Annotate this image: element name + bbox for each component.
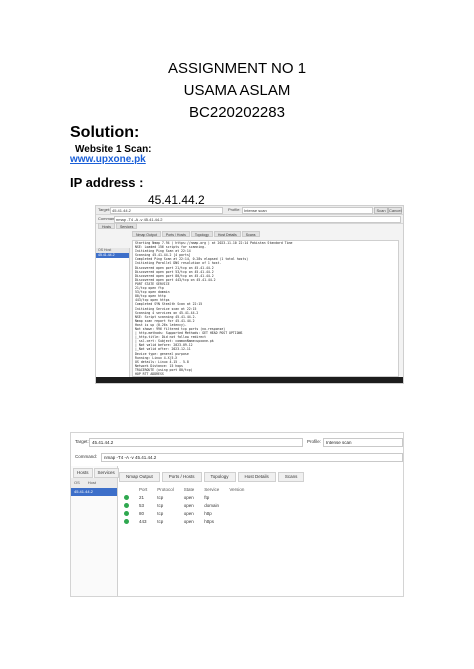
tab-scans-2[interactable]: Scans [277,472,305,482]
host-list-item-2[interactable]: 45.41.44.2 [71,488,117,496]
solution-heading: Solution: [70,124,140,141]
protocol-cell: tcp [157,494,164,500]
port-cell: 53 [139,502,145,508]
service-cell: domain [204,502,220,508]
tab-topology-2[interactable]: Topology [203,472,236,482]
tab-services[interactable]: Services [115,223,138,229]
state-cell: open [183,510,194,516]
assignment-title: ASSIGNMENT NO 1 [167,60,307,77]
command-input-2[interactable]: nmap -T4 -A -v 45.41.44.2 [101,453,403,462]
protocol-cell: tcp [157,510,164,516]
port-cell: 443 [139,518,147,524]
tab-hosts[interactable]: Hosts [98,223,115,229]
table-row[interactable]: 21 tcp open ftp [119,493,249,501]
hosts-header-2: OS Host [71,478,117,488]
open-status-icon [124,494,129,500]
table-row[interactable]: 53 tcp open domain [119,501,249,509]
tab-topology[interactable]: Topology [190,231,213,237]
command-input[interactable]: nmap -T4 -A -v 45.41.44.2 [114,216,401,223]
os-column-header: OS [74,480,80,485]
website-link[interactable]: www.upxone.pk [70,154,146,165]
tab-host-details-2[interactable]: Host Details [237,472,276,482]
tab-nmap-output[interactable]: Nmap Output [132,231,161,237]
profile-label: Profile: [228,207,241,212]
tab-host-details[interactable]: Host Details [213,231,241,237]
host-column-header: Host [87,480,97,485]
host-service-tabs-2: Hosts Services [71,466,119,478]
hosts-panel-2: Hosts Services OS Host 45.41.44.2 [71,466,119,596]
open-status-icon [124,510,129,516]
ports-table-header: Port Protocol State Service Version [119,485,249,493]
protocol-column-header: Protocol [157,486,174,492]
protocol-cell: tcp [157,502,164,508]
student-name: USAMA ASLAM [183,82,291,99]
ports-hosts-screenshot: Target: 45.41.44.2 Profile: Intense scan… [70,432,404,597]
profile-label-2: Profile: [307,439,322,444]
target-bar: Target: 45.41.44.2 Profile: Intense scan… [96,206,403,215]
nmap-output-screenshot: Target: 45.41.44.2 Profile: Intense scan… [95,205,404,384]
target-input-2[interactable]: 45.41.44.2 [89,438,303,447]
target-label: Target: [98,207,111,212]
service-cell: https [204,518,215,524]
target-label-2: Target: [75,439,89,444]
ports-table: Port Protocol State Service Version 21 t… [119,485,249,525]
tab-scans[interactable]: Scans [241,231,260,237]
port-cell: 80 [139,510,145,516]
service-cell: ftp [204,494,210,500]
result-tabs: Nmap Output Ports / Hosts Topology Host … [96,231,403,237]
hosts-panel: OS Host 45.41.44.2 [96,248,130,383]
service-cell: http [204,510,212,516]
state-cell: open [183,494,194,500]
tab-ports-hosts-2[interactable]: Ports / Hosts [161,472,202,482]
host-service-tabs: Hosts Services [96,223,403,229]
service-column-header: Service [204,486,220,492]
nmap-output-text: Starting Nmap 7.94 ( https://nmap.org ) … [132,240,399,377]
scan-button[interactable]: Scan [374,207,388,214]
status-column-header [119,485,134,493]
result-tabs-2: Nmap Output Ports / Hosts Topology Host … [119,472,305,482]
protocol-cell: tcp [157,518,164,524]
table-row[interactable]: 80 tcp open http [119,509,249,517]
tab-ports-hosts[interactable]: Ports / Hosts [161,231,190,237]
port-cell: 21 [139,494,145,500]
host-list-item[interactable]: 45.41.44.2 [96,253,129,258]
port-column-header: Port [139,486,148,492]
state-cell: open [183,518,194,524]
state-column-header: State [183,486,195,492]
profile-select-2[interactable]: Intense scan [323,438,403,447]
windows-taskbar [96,377,403,383]
tab-hosts-2[interactable]: Hosts [73,468,93,478]
tab-nmap-output-2[interactable]: Nmap Output [119,472,160,482]
tab-services-2[interactable]: Services [93,468,119,478]
table-row[interactable]: 443 tcp open https [119,517,249,525]
cancel-button[interactable]: Cancel [388,207,402,214]
student-id: BC220202283 [189,104,285,121]
state-cell: open [183,502,194,508]
open-status-icon [124,502,129,508]
profile-select[interactable]: Intense scan [242,207,373,214]
command-label-2: Command: [75,454,98,459]
version-column-header: Version [229,486,245,492]
ip-address-label: IP address : [70,175,144,190]
open-status-icon [124,518,129,524]
target-input[interactable]: 45.41.44.2 [110,207,223,214]
